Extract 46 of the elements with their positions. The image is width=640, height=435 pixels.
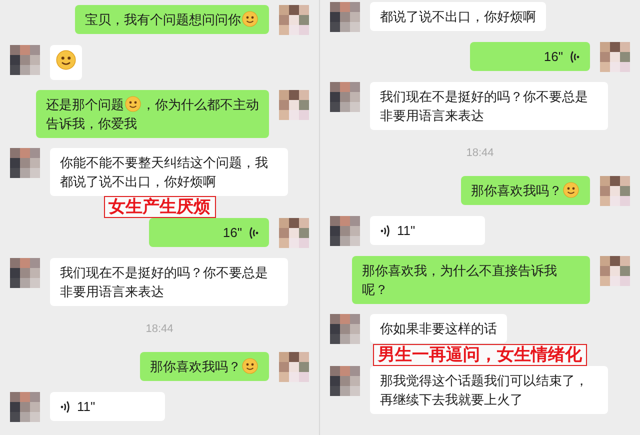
avatar-icon: [330, 366, 360, 396]
annotation-label: 男生一再逼问，女生情绪化: [373, 344, 587, 366]
avatar-icon: [279, 352, 309, 382]
avatar-icon: [330, 216, 360, 246]
avatar-icon: [330, 82, 360, 112]
sound-wave-icon: [60, 400, 71, 414]
timestamp: 18:44: [466, 146, 494, 160]
avatar-icon: [279, 218, 309, 248]
message-text: 那你喜欢我吗？: [471, 183, 562, 198]
message-text: 都说了说不出口，你好烦啊: [380, 9, 536, 24]
voice-message[interactable]: 16": [470, 42, 590, 71]
annotation-label: 女生产生厌烦: [104, 196, 216, 218]
avatar-icon: [330, 314, 360, 344]
avatar-icon: [279, 5, 309, 35]
message-text: 告诉我，你爱我: [46, 115, 138, 133]
smiley-face-icon: [56, 50, 76, 70]
avatar-icon: [330, 2, 360, 32]
avatar-icon: [10, 45, 40, 75]
message-text: 那你喜欢我吗？: [150, 359, 241, 374]
message-text: 我们现在不是挺好的吗？你不要总是非要用语言来表达: [60, 265, 268, 299]
message-text: ，你为什么都不主动: [142, 97, 259, 112]
message-text: 那你喜欢我，为什么不直接告诉我呢？: [362, 263, 557, 297]
avatar-icon: [600, 176, 630, 206]
smiley-face-icon: [125, 96, 141, 112]
avatar-icon: [10, 258, 40, 288]
avatar-icon: [10, 392, 40, 422]
sound-wave-icon: [248, 226, 259, 240]
voice-message[interactable]: 16": [149, 218, 269, 247]
voice-message[interactable]: 11": [370, 216, 485, 245]
message-text: 还是那个问题: [46, 97, 124, 112]
smiley-face-icon: [242, 11, 258, 27]
avatar-icon: [600, 42, 630, 72]
voice-message[interactable]: 11": [50, 392, 165, 421]
timestamp: 18:44: [146, 322, 174, 336]
sound-wave-icon: [380, 224, 391, 238]
message-text: 你如果非要这样的话: [380, 321, 497, 336]
message-text: 那我觉得这个话题我们可以结束了，再继续下去我就要上火了: [380, 373, 588, 407]
avatar-icon: [10, 148, 40, 178]
avatar-icon: [279, 90, 309, 120]
avatar-icon: [600, 256, 630, 286]
sound-wave-icon: [569, 50, 580, 64]
message-text: 你能不能不要整天纠结这个问题，我都说了说不出口，你好烦啊: [60, 155, 268, 189]
smiley-face-icon: [242, 358, 258, 374]
message-text: 我们现在不是挺好的吗？你不要总是非要用语言来表达: [380, 89, 588, 123]
smiley-face-icon: [563, 182, 579, 198]
message-text: 宝贝，我有个问题想问问你: [85, 12, 241, 27]
